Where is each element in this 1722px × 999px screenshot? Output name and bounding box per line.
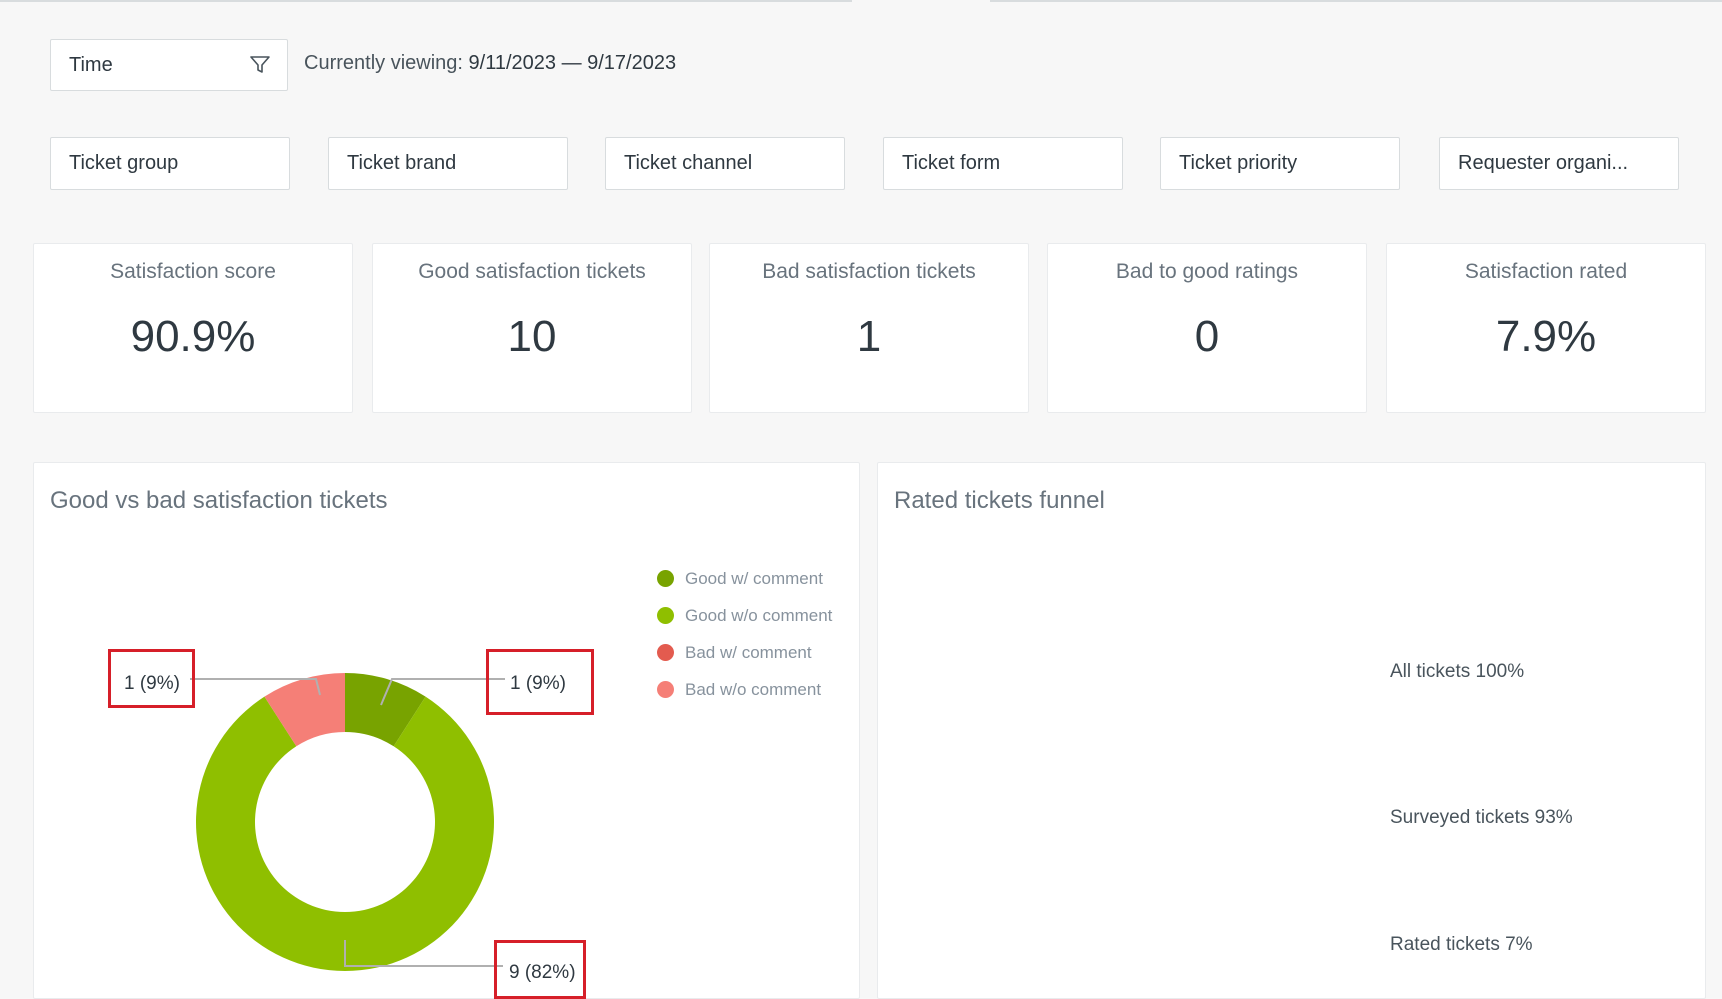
donut-slice-good-w-o-comment[interactable] [195,696,494,971]
highlight-box-right [486,649,594,715]
highlight-box-left [108,649,195,708]
funnel-label-rated: Rated tickets 7% [1390,934,1533,955]
highlight-box-bottom [494,940,586,999]
panel-title: Rated tickets funnel [894,487,1105,514]
rated-tickets-funnel-panel: Rated tickets funnel [877,462,1706,999]
funnel-label-surveyed: Surveyed tickets 93% [1390,807,1573,828]
funnel-label-all: All tickets 100% [1390,661,1525,682]
donut-chart [195,673,494,971]
